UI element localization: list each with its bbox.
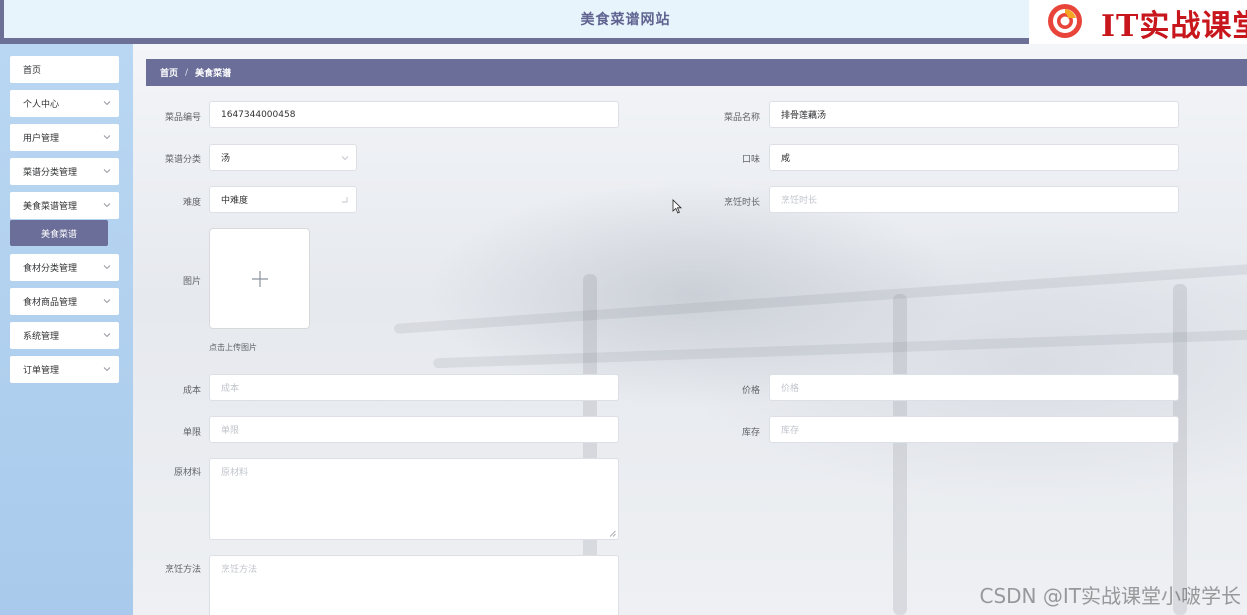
sidebar-item-label: 菜谱分类管理 bbox=[23, 168, 78, 178]
sidebar-item-label: 订单管理 bbox=[23, 366, 60, 376]
image-uploader[interactable] bbox=[209, 228, 310, 329]
resize-handle-icon bbox=[342, 197, 348, 203]
category-value: 汤 bbox=[221, 154, 231, 164]
cost-label: 成本 bbox=[182, 386, 201, 396]
taste-value: 咸 bbox=[781, 154, 791, 164]
sidebar-item-user-management[interactable]: 用户管理 bbox=[10, 124, 119, 151]
cook-time-placeholder: 烹饪时长 bbox=[781, 196, 818, 206]
chevron-down-icon bbox=[103, 333, 111, 338]
chevron-down-icon bbox=[103, 169, 111, 174]
sidebar: 首页 个人中心 用户管理 菜谱分类管理 美食菜谱管理 美食菜谱 食材分类管理 食… bbox=[0, 44, 133, 615]
watermark: CSDN @IT实战课堂小啵学长 bbox=[979, 584, 1242, 608]
method-label: 烹饪方法 bbox=[164, 565, 201, 575]
name-input[interactable]: 排骨莲藕汤 bbox=[769, 101, 1179, 128]
plus-icon bbox=[252, 271, 268, 287]
image-label: 图片 bbox=[182, 277, 201, 287]
method-textarea[interactable]: 烹饪方法 bbox=[209, 555, 619, 615]
sidebar-item-personal-center[interactable]: 个人中心 bbox=[10, 90, 119, 117]
cook-time-label: 烹饪时长 bbox=[723, 198, 760, 208]
sidebar-item-label: 系统管理 bbox=[23, 332, 60, 342]
difficulty-label: 难度 bbox=[182, 198, 201, 208]
sidebar-item-system-management[interactable]: 系统管理 bbox=[10, 322, 119, 349]
code-input[interactable]: 1647344000458 bbox=[209, 101, 619, 128]
sidebar-item-home[interactable]: 首页 bbox=[10, 56, 119, 83]
category-label: 菜谱分类 bbox=[164, 155, 201, 165]
method-placeholder: 烹饪方法 bbox=[221, 565, 258, 575]
taste-input[interactable]: 咸 bbox=[769, 144, 1179, 171]
category-select[interactable]: 汤 bbox=[209, 144, 357, 171]
ingredients-label: 原材料 bbox=[173, 468, 201, 478]
name-value: 排骨莲藕汤 bbox=[781, 111, 827, 121]
sidebar-subitem-recipes[interactable]: 美食菜谱 bbox=[10, 220, 108, 246]
sidebar-item-label: 食材分类管理 bbox=[23, 264, 78, 274]
breadcrumb-home[interactable]: 首页 bbox=[160, 66, 178, 79]
chevron-down-icon bbox=[341, 156, 349, 161]
chevron-down-icon bbox=[103, 203, 111, 208]
chevron-down-icon bbox=[103, 299, 111, 304]
breadcrumb: 首页 / 美食菜谱 bbox=[146, 59, 1247, 86]
fence-wire bbox=[393, 264, 1247, 334]
resize-handle-icon[interactable] bbox=[609, 530, 616, 537]
chevron-down-icon bbox=[103, 265, 111, 270]
sidebar-item-recipe-management[interactable]: 美食菜谱管理 bbox=[10, 192, 119, 219]
cook-time-input[interactable]: 烹饪时长 bbox=[769, 186, 1179, 213]
code-label: 菜品编号 bbox=[164, 113, 201, 123]
fence-wire bbox=[433, 329, 1247, 369]
limit-placeholder: 单限 bbox=[221, 426, 240, 436]
difficulty-select[interactable]: 中难度 bbox=[209, 186, 357, 213]
breadcrumb-current: 美食菜谱 bbox=[195, 69, 232, 79]
stock-input[interactable]: 库存 bbox=[769, 416, 1179, 443]
price-input[interactable]: 价格 bbox=[769, 374, 1179, 401]
difficulty-value: 中难度 bbox=[221, 196, 249, 206]
sidebar-item-label: 用户管理 bbox=[23, 134, 60, 144]
sidebar-item-label: 个人中心 bbox=[23, 100, 60, 110]
upload-tip: 点击上传图片 bbox=[209, 343, 257, 352]
top-header: 美食菜谱网站 IT实战课堂 bbox=[0, 0, 1247, 44]
brand-logo: IT实战课堂 bbox=[1029, 0, 1247, 44]
sidebar-item-recipe-category[interactable]: 菜谱分类管理 bbox=[10, 158, 119, 185]
sidebar-item-ingredient-products[interactable]: 食材商品管理 bbox=[10, 288, 119, 315]
chevron-down-icon bbox=[103, 367, 111, 372]
main-content: 首页 / 美食菜谱 菜品编号 1647344000458 菜品名称 排骨莲藕汤 … bbox=[133, 44, 1247, 615]
breadcrumb-separator: / bbox=[185, 67, 189, 78]
cost-placeholder: 成本 bbox=[221, 384, 240, 394]
mouse-cursor-icon bbox=[672, 199, 682, 214]
taste-label: 口味 bbox=[741, 155, 760, 165]
stock-label: 库存 bbox=[741, 428, 760, 438]
price-placeholder: 价格 bbox=[781, 384, 800, 394]
code-value: 1647344000458 bbox=[221, 109, 296, 120]
stock-placeholder: 库存 bbox=[781, 426, 800, 436]
chevron-down-icon bbox=[103, 101, 111, 106]
sidebar-item-label: 食材商品管理 bbox=[23, 298, 78, 308]
brand-logo-text: IT实战课堂 bbox=[1101, 9, 1247, 44]
ingredients-textarea[interactable]: 原材料 bbox=[209, 458, 619, 540]
sidebar-item-order-management[interactable]: 订单管理 bbox=[10, 356, 119, 383]
price-label: 价格 bbox=[741, 386, 760, 396]
sidebar-item-label: 首页 bbox=[23, 66, 42, 76]
name-label: 菜品名称 bbox=[723, 113, 760, 123]
sidebar-item-ingredient-category[interactable]: 食材分类管理 bbox=[10, 254, 119, 281]
sidebar-item-label: 美食菜谱管理 bbox=[23, 202, 78, 212]
chevron-down-icon bbox=[103, 135, 111, 140]
ingredients-placeholder: 原材料 bbox=[221, 468, 249, 478]
limit-input[interactable]: 单限 bbox=[209, 416, 619, 443]
chrome-logo-icon bbox=[1048, 4, 1082, 38]
cost-input[interactable]: 成本 bbox=[209, 374, 619, 401]
limit-label: 单限 bbox=[182, 428, 201, 438]
